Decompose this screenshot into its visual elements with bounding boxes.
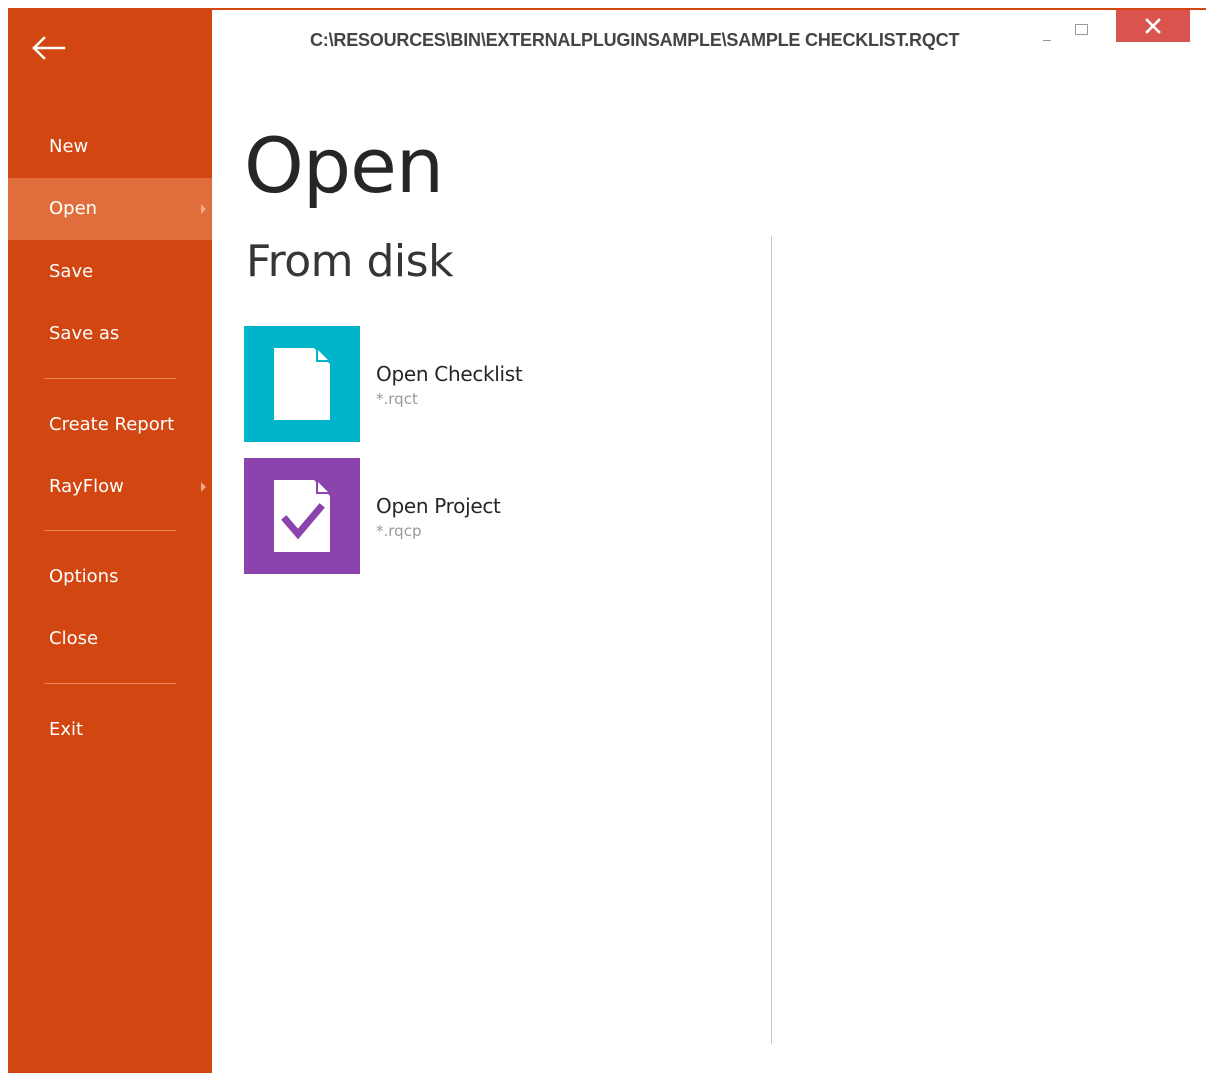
checklist-tile: [244, 326, 360, 442]
project-tile: [244, 458, 360, 574]
sidebar-item-close[interactable]: Close: [8, 608, 212, 670]
sidebar-item-label: Save as: [49, 323, 120, 344]
sidebar-item-label: Save: [49, 261, 94, 282]
sidebar-item-label: Options: [49, 566, 119, 587]
open-project-button[interactable]: Open Project *.rqcp: [244, 458, 644, 574]
backstage-sidebar: New Open Save Save as Create Report RayF…: [8, 8, 212, 1073]
content-divider: [771, 236, 772, 1044]
sidebar-item-new[interactable]: New: [8, 116, 212, 178]
close-icon: [1145, 18, 1161, 34]
option-extension: *.rqct: [376, 390, 418, 408]
sidebar-item-exit[interactable]: Exit: [8, 699, 212, 761]
sidebar-item-label: RayFlow: [49, 476, 124, 497]
back-arrow-icon: [32, 36, 66, 60]
sidebar-divider: [44, 378, 176, 379]
page-title: Open: [244, 121, 444, 210]
sidebar-divider: [44, 683, 176, 684]
sidebar-item-save[interactable]: Save: [8, 241, 212, 303]
submenu-arrow-icon: [201, 204, 206, 214]
option-label: Open Checklist: [376, 362, 523, 386]
document-icon: [274, 348, 330, 420]
open-checklist-button[interactable]: Open Checklist *.rqct: [244, 326, 644, 442]
option-extension: *.rqcp: [376, 522, 422, 540]
close-window-button[interactable]: [1116, 10, 1190, 42]
sidebar-item-rayflow[interactable]: RayFlow: [8, 456, 212, 518]
sidebar-item-label: Create Report: [49, 414, 175, 435]
sidebar-item-options[interactable]: Options: [8, 546, 212, 608]
document-check-icon: [274, 480, 330, 552]
sidebar-item-create-report[interactable]: Create Report: [8, 394, 212, 456]
sidebar-item-label: New: [49, 136, 89, 157]
window-title: C:\RESOURCES\BIN\EXTERNALPLUGINSAMPLE\SA…: [310, 30, 960, 50]
submenu-arrow-icon: [201, 482, 206, 492]
sidebar-item-save-as[interactable]: Save as: [8, 303, 212, 365]
section-title: From disk: [246, 236, 454, 287]
sidebar-item-open[interactable]: Open: [8, 178, 212, 240]
sidebar-item-label: Close: [49, 628, 99, 649]
option-label: Open Project: [376, 494, 501, 518]
minimize-button[interactable]: [1041, 32, 1053, 44]
maximize-button[interactable]: [1075, 24, 1088, 35]
sidebar-item-label: Exit: [49, 719, 84, 740]
sidebar-item-label: Open: [49, 198, 98, 219]
app-window: New Open Save Save as Create Report RayF…: [8, 8, 1206, 1073]
sidebar-divider: [44, 530, 176, 531]
back-button[interactable]: [24, 24, 72, 72]
